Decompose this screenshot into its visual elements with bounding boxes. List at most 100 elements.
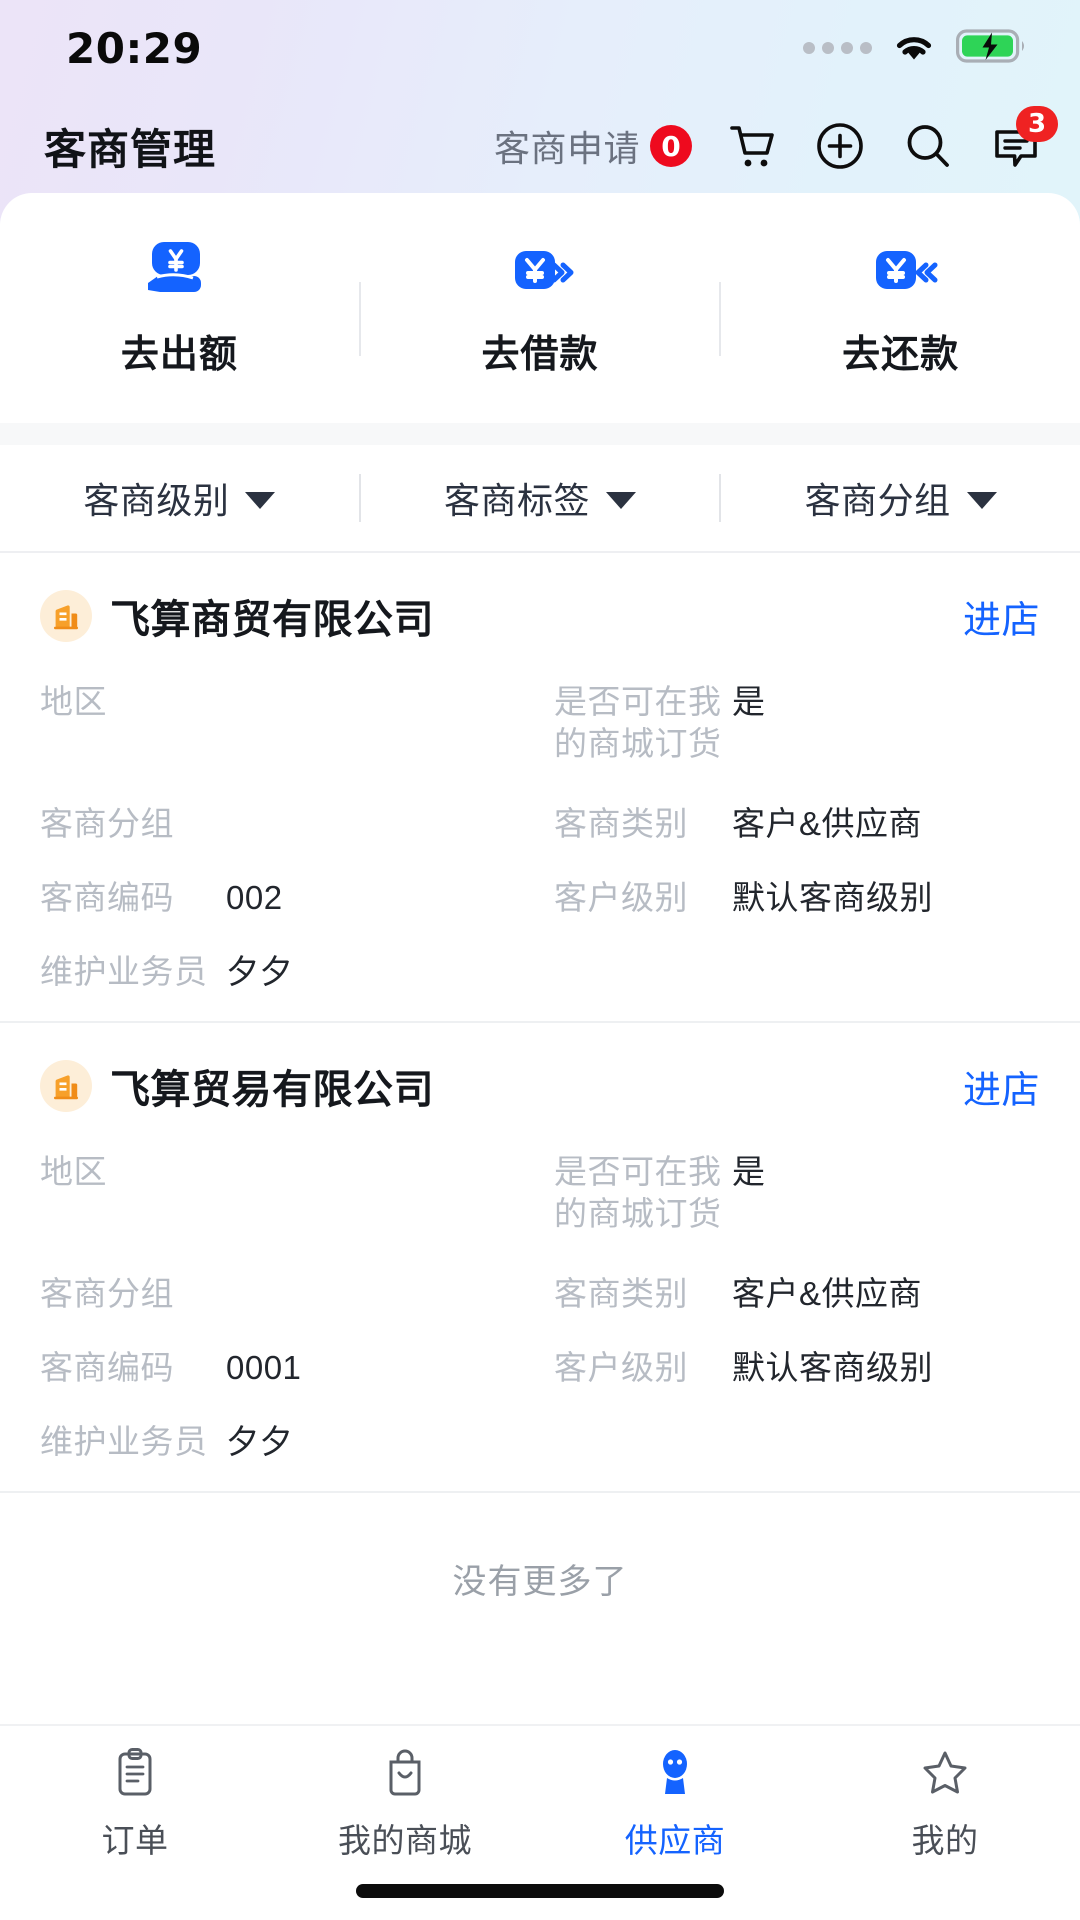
person-icon: [651, 1746, 699, 1800]
field-salesperson-value: 夕夕: [226, 953, 293, 990]
tab-my-mall[interactable]: 我的商城: [270, 1746, 540, 1862]
building-icon: [40, 590, 92, 642]
tab-mine[interactable]: 我的: [810, 1746, 1080, 1862]
status-indicators: [803, 28, 1028, 69]
field-code: 客商编码 002: [40, 877, 540, 925]
field-category-value: 客户&供应商: [732, 805, 923, 842]
filter-row: 客商级别 客商标签 客商分组: [0, 445, 1080, 553]
customer-fields-left: 地区 客商分组 客商编码 002 维护业务员 夕夕: [40, 681, 540, 999]
quick-action-quota[interactable]: 去出额: [0, 223, 359, 393]
field-salesperson: 维护业务员 夕夕: [40, 1421, 540, 1469]
field-code-value: 0001: [226, 1349, 302, 1386]
customer-card-header: 飞算贸易有限公司 进店: [40, 1057, 1040, 1115]
tab-orders[interactable]: 订单: [0, 1746, 270, 1862]
field-can-order: 是否可在我的商城订货 是: [554, 1151, 1040, 1247]
field-code-value: 002: [226, 879, 283, 916]
field-region-label: 地区: [40, 1153, 107, 1190]
tab-mine-label: 我的: [911, 1822, 979, 1859]
quick-action-borrow[interactable]: 去借款: [361, 223, 720, 393]
customer-apply-badge: 0: [650, 125, 692, 167]
customer-name: 飞算贸易有限公司: [110, 1068, 434, 1112]
field-can-order-value: 是: [732, 683, 766, 720]
enter-shop-link[interactable]: 进店: [963, 589, 1040, 644]
customer-list: 飞算商贸有限公司 进店 地区 客商分组 客商编码 002 维护业务员 夕夕 是否…: [0, 553, 1080, 1663]
cart-button[interactable]: [724, 118, 780, 174]
status-time: 20:29: [66, 23, 203, 73]
field-code-label: 客商编码: [40, 879, 174, 916]
quick-action-repay[interactable]: 去还款: [721, 223, 1080, 393]
field-salesperson-label: 维护业务员: [40, 1423, 208, 1460]
field-region-label: 地区: [40, 683, 107, 720]
tab-my-mall-label: 我的商城: [338, 1822, 472, 1859]
field-salesperson: 维护业务员 夕夕: [40, 951, 540, 999]
message-button[interactable]: 3: [988, 106, 1058, 174]
home-indicator: [356, 1884, 724, 1898]
filter-customer-group[interactable]: 客商分组: [721, 445, 1080, 551]
tab-orders-label: 订单: [101, 1822, 169, 1859]
signal-dots-icon: [803, 42, 872, 54]
plus-circle-icon: [814, 120, 866, 172]
filter-customer-group-label: 客商分组: [804, 480, 951, 521]
field-level: 客户级别 默认客商级别: [554, 1347, 1040, 1395]
customer-apply-label: 客商申请: [493, 128, 640, 169]
message-badge: 3: [1016, 106, 1058, 142]
shopping-bag-icon: [381, 1746, 429, 1800]
search-button[interactable]: [900, 118, 956, 174]
field-code: 客商编码 0001: [40, 1347, 540, 1395]
field-category-label: 客商类别: [554, 1275, 688, 1312]
customer-card[interactable]: 飞算商贸有限公司 进店 地区 客商分组 客商编码 002 维护业务员 夕夕 是否…: [0, 553, 1080, 1023]
field-group: 客商分组: [40, 803, 540, 851]
enter-shop-link[interactable]: 进店: [963, 1059, 1040, 1114]
field-salesperson-label: 维护业务员: [40, 953, 208, 990]
tab-supplier[interactable]: 供应商: [540, 1746, 810, 1862]
chevron-down-icon: [245, 491, 276, 509]
content-sheet: 去出额 去借款 去还款 客商级别 客商标签 客商分组 飞算商贸有限公司 进店 地…: [0, 193, 1080, 1920]
yuan-out-icon: [503, 239, 577, 301]
field-group-label: 客商分组: [40, 1275, 174, 1312]
star-icon: [921, 1746, 969, 1800]
add-button[interactable]: [812, 118, 868, 174]
customer-fields: 地区 客商分组 客商编码 002 维护业务员 夕夕 是否可在我的商城订货 是 客…: [40, 681, 1040, 999]
field-category-label: 客商类别: [554, 805, 688, 842]
search-icon: [902, 120, 954, 172]
battery-charging-icon: [956, 28, 1028, 69]
clipboard-icon: [111, 1746, 159, 1800]
bottom-tab-bar: 订单 我的商城 供应商 我的: [0, 1724, 1080, 1920]
quick-action-borrow-label: 去借款: [481, 333, 599, 376]
chevron-down-icon: [966, 491, 997, 509]
app-root: 20:29 客商管理 客商申请 0 3 去出额 去借款 去还款 客商级别 客商标…: [0, 0, 1080, 1920]
field-level: 客户级别 默认客商级别: [554, 877, 1040, 925]
field-can-order-label: 是否可在我的商城订货: [554, 1153, 722, 1233]
wifi-icon: [890, 28, 938, 69]
filter-customer-level[interactable]: 客商级别: [0, 445, 359, 551]
quick-action-quota-label: 去出额: [120, 333, 238, 376]
chevron-down-icon: [606, 491, 637, 509]
customer-card-header: 飞算商贸有限公司 进店: [40, 587, 1040, 645]
filter-customer-level-label: 客商级别: [83, 480, 230, 521]
customer-fields-left: 地区 客商分组 客商编码 0001 维护业务员 夕夕: [40, 1151, 540, 1469]
section-divider-band: [0, 423, 1080, 445]
header-title-row: 客商管理 客商申请 0 3: [0, 96, 1080, 196]
customer-apply-button[interactable]: 客商申请 0: [494, 120, 692, 172]
field-region: 地区: [40, 1151, 540, 1247]
field-can-order: 是否可在我的商城订货 是: [554, 681, 1040, 777]
page-title: 客商管理: [44, 125, 217, 173]
field-group: 客商分组: [40, 1273, 540, 1321]
field-level-value: 默认客商级别: [732, 879, 933, 916]
customer-fields: 地区 客商分组 客商编码 0001 维护业务员 夕夕 是否可在我的商城订货 是 …: [40, 1151, 1040, 1469]
field-salesperson-value: 夕夕: [226, 1423, 293, 1460]
quick-actions-row: 去出额 去借款 去还款: [0, 193, 1080, 423]
field-level-label: 客户级别: [554, 1349, 688, 1386]
quick-action-repay-label: 去还款: [842, 333, 960, 376]
field-code-label: 客商编码: [40, 1349, 174, 1386]
customer-fields-right: 是否可在我的商城订货 是 客商类别 客户&供应商 客户级别 默认客商级别: [540, 681, 1040, 999]
hand-yuan-icon: [142, 239, 216, 301]
field-region: 地区: [40, 681, 540, 777]
filter-customer-tag-label: 客商标签: [444, 480, 591, 521]
field-can-order-value: 是: [732, 1153, 766, 1190]
customer-fields-right: 是否可在我的商城订货 是 客商类别 客户&供应商 客户级别 默认客商级别: [540, 1151, 1040, 1469]
customer-name: 飞算商贸有限公司: [110, 598, 434, 642]
field-level-label: 客户级别: [554, 879, 688, 916]
customer-card[interactable]: 飞算贸易有限公司 进店 地区 客商分组 客商编码 0001 维护业务员 夕夕 是…: [0, 1023, 1080, 1493]
filter-customer-tag[interactable]: 客商标签: [361, 445, 720, 551]
